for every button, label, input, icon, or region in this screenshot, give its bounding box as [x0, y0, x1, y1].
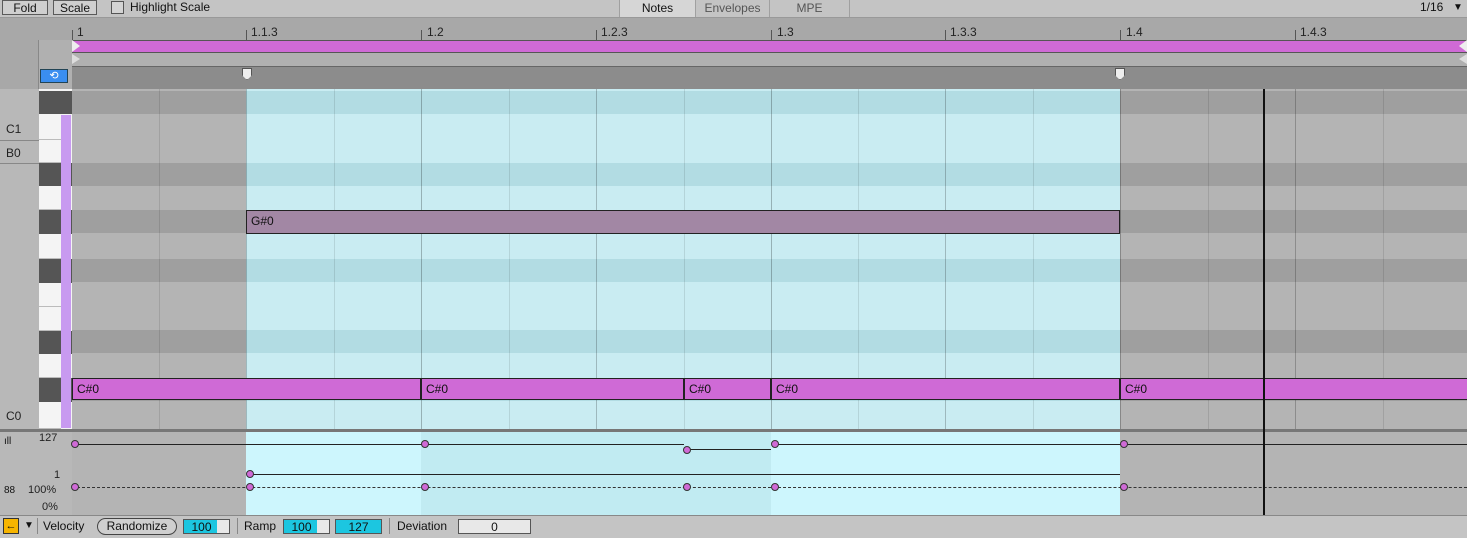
ruler-label: 1 [77, 25, 84, 39]
midi-note[interactable]: C#0 [72, 378, 421, 400]
velocity-handle[interactable] [421, 440, 429, 448]
highlight-scale-checkbox[interactable] [111, 1, 124, 14]
scale-button[interactable]: Scale [53, 0, 97, 15]
end-triangle-icon [1459, 54, 1467, 64]
midi-note[interactable]: C#0 [421, 378, 684, 400]
left-panel-header [0, 40, 39, 89]
ramp-label: Ramp [244, 519, 277, 533]
piano-key-white[interactable] [39, 283, 61, 307]
loop-bar[interactable] [72, 66, 1467, 89]
ruler-tick [72, 30, 73, 40]
tab-envelopes[interactable]: Envelopes [696, 0, 770, 17]
velocity-max-label: 127 [39, 432, 58, 444]
clip-start-marker-icon[interactable] [72, 40, 80, 52]
velocity-handle[interactable] [246, 470, 254, 478]
chance-handle[interactable] [1120, 483, 1128, 491]
chance-handle[interactable] [246, 483, 254, 491]
deviation-field[interactable]: 0 [458, 519, 531, 534]
chance-min-label: 0% [42, 501, 58, 513]
piano-key-white[interactable] [39, 234, 61, 259]
velocity-icon: ıll [4, 436, 12, 447]
tab-mpe[interactable]: MPE [770, 0, 850, 17]
piano-key-white[interactable] [39, 307, 61, 331]
piano-key-white[interactable] [39, 140, 61, 163]
chance-handle[interactable] [771, 483, 779, 491]
velocity-label: Velocity [43, 519, 85, 533]
loop-region-lane [246, 163, 1120, 186]
divider [37, 518, 38, 534]
field-remainder [217, 520, 229, 533]
loop-toggle-button[interactable]: ⟲ [40, 69, 68, 83]
chance-handle[interactable] [421, 483, 429, 491]
piano-label-c0: C0 [6, 409, 22, 423]
piano-key-white[interactable] [39, 402, 61, 429]
midi-note[interactable]: C#0 [684, 378, 771, 400]
ruler-label: 1.2.3 [601, 25, 628, 39]
divider [389, 518, 390, 534]
back-arrow-button[interactable]: ← [3, 518, 19, 534]
randomize-button[interactable]: Randomize [97, 518, 177, 535]
clip-end-marker-icon[interactable] [1459, 40, 1467, 52]
highlight-scale-label: Highlight Scale [130, 0, 211, 14]
chance-handle[interactable] [71, 483, 79, 491]
clip-region-bar[interactable] [72, 40, 1467, 53]
start-triangle-icon [72, 54, 80, 64]
velocity-min-label: 1 [54, 469, 61, 481]
grid-value[interactable]: 1/16 [1420, 0, 1443, 15]
ruler-tick [421, 30, 422, 40]
octave-divider [0, 163, 39, 164]
midi-note[interactable]: C#0 [1120, 378, 1467, 400]
back-arrow-icon: ← [5, 520, 17, 532]
time-ruler[interactable] [0, 18, 1467, 40]
ruler-tick [771, 30, 772, 40]
deviation-label: Deviation [397, 519, 448, 533]
divider [237, 518, 238, 534]
tab-notes[interactable]: Notes [619, 0, 696, 17]
ruler-label: 1.4.3 [1300, 25, 1327, 39]
field-remainder [317, 520, 329, 533]
octave-divider [0, 140, 39, 141]
piano-key-black[interactable] [39, 91, 72, 114]
chevron-down-icon[interactable]: ▼ [1453, 1, 1463, 14]
ramp-end-field[interactable]: 127 [335, 519, 382, 534]
ruler-tick [596, 30, 597, 40]
ruler-label: 1.2 [427, 25, 444, 39]
velocity-handle[interactable] [1120, 440, 1128, 448]
chance-icon: 88 [4, 485, 16, 496]
ruler-label: 1.1.3 [251, 25, 278, 39]
velocity-line-selected [250, 474, 1120, 475]
piano-key-white[interactable] [39, 186, 61, 210]
scale-highlight-strip [61, 115, 71, 428]
midi-note[interactable]: C#0 [771, 378, 1120, 400]
piano-label-c1: C1 [6, 122, 22, 136]
piano-key-white[interactable] [39, 354, 61, 378]
fold-button[interactable]: Fold [2, 0, 48, 15]
velocity-handle[interactable] [771, 440, 779, 448]
ruler-tick [945, 30, 946, 40]
loop-region-lane [246, 91, 1120, 114]
velocity-handle[interactable] [683, 446, 691, 454]
piano-label-b0: B0 [6, 146, 21, 160]
chance-handle[interactable] [683, 483, 691, 491]
chance-max-label: 100% [28, 484, 57, 496]
ruler-label: 1.3.3 [950, 25, 977, 39]
ruler-tick [1120, 30, 1121, 40]
chevron-down-icon[interactable]: ▼ [24, 520, 34, 531]
ruler-tick [246, 30, 247, 40]
playhead [1263, 89, 1265, 515]
chance-line [72, 487, 1467, 488]
piano-key-white[interactable] [39, 115, 61, 140]
ruler-tick [1295, 30, 1296, 40]
loop-icon: ⟲ [49, 70, 59, 82]
velocity-handle[interactable] [71, 440, 79, 448]
midi-note-selected[interactable]: G#0 [246, 210, 1120, 234]
loop-region-lane [246, 259, 1120, 282]
ruler-label: 1.4 [1126, 25, 1143, 39]
velocity-line [684, 449, 771, 450]
velocity-line [75, 444, 684, 445]
ruler-label: 1.3 [777, 25, 794, 39]
loop-region-lane [246, 330, 1120, 353]
